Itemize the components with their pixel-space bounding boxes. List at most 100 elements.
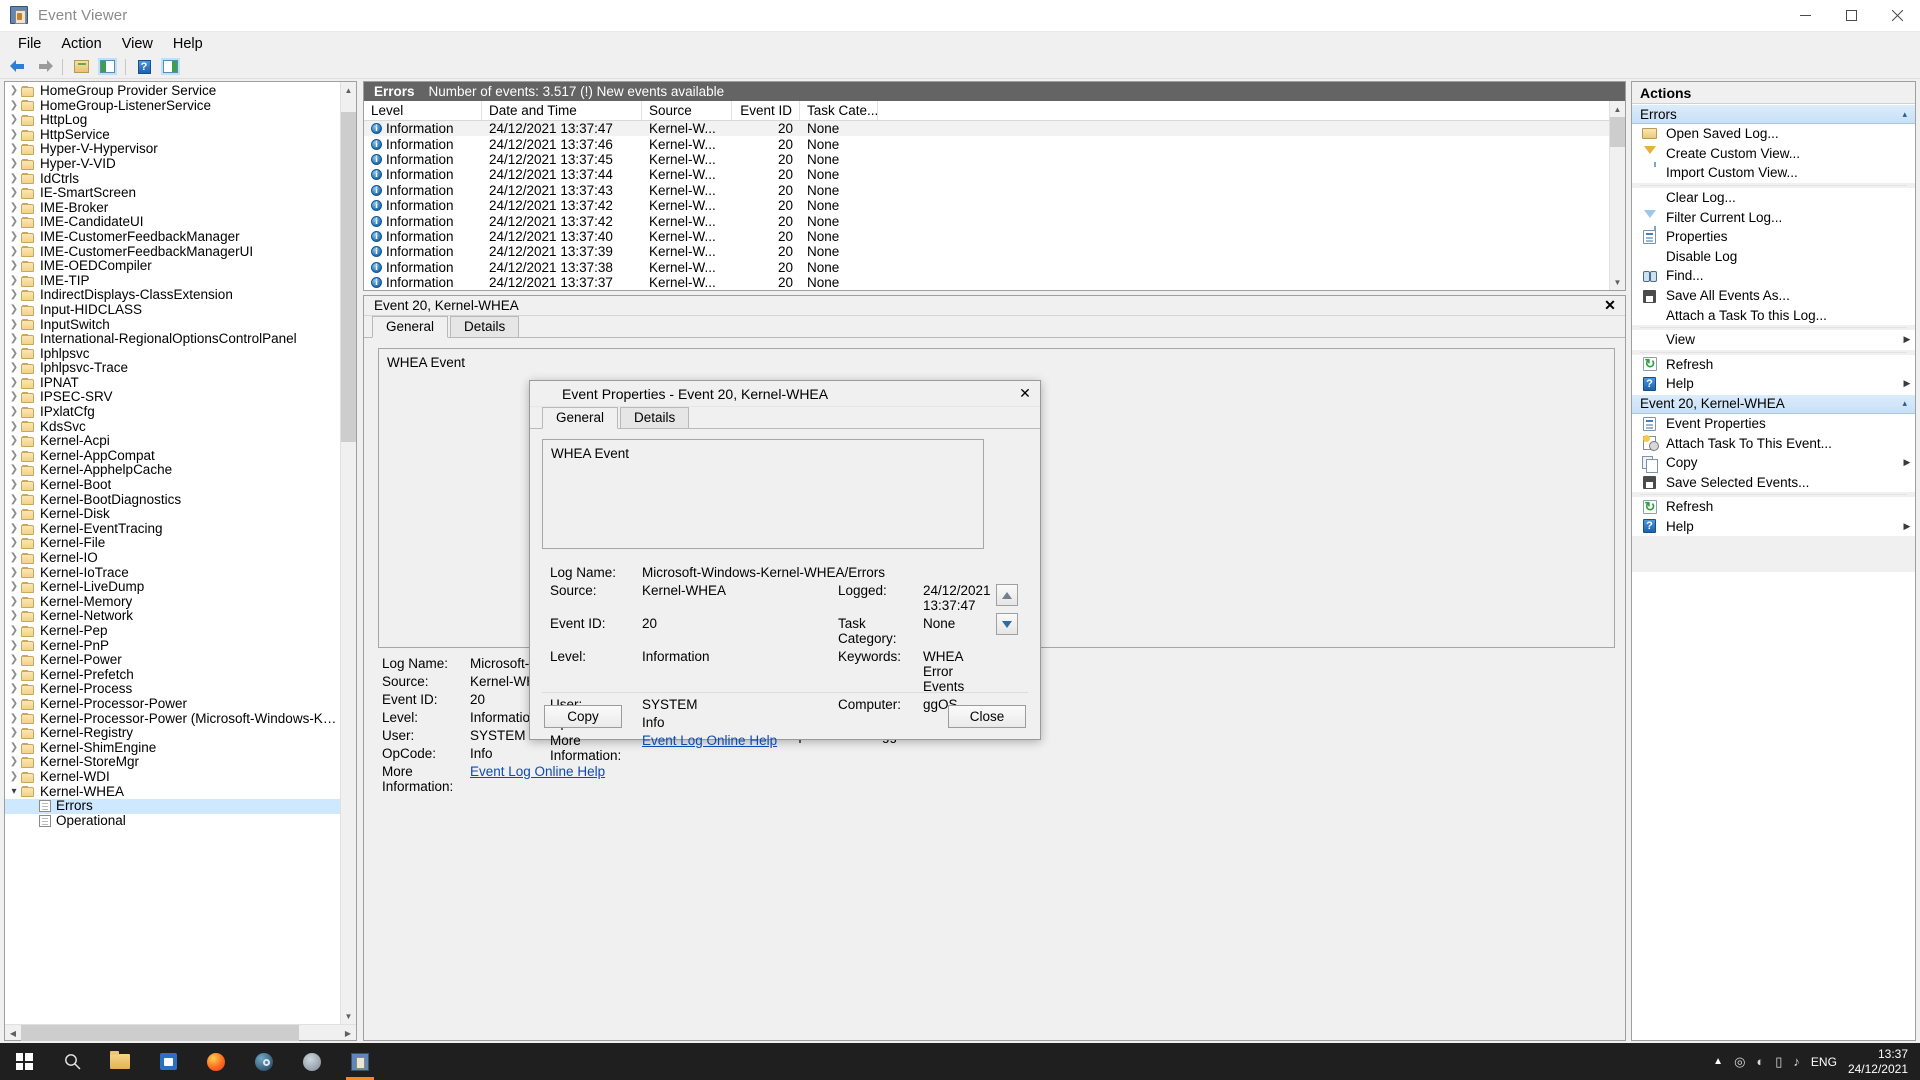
tree-item[interactable]: ❯ Kernel-Pep xyxy=(5,624,340,639)
back-button[interactable] xyxy=(5,56,31,78)
chevron-right-icon[interactable]: ❯ xyxy=(7,726,21,741)
tree-item[interactable]: ❯ IndirectDisplays-ClassExtension xyxy=(5,288,340,303)
dialog-close-action-button[interactable]: Close xyxy=(948,704,1026,728)
tree-item[interactable]: ❯ Kernel-Processor-Power (Microsoft-Windo… xyxy=(5,712,340,727)
chevron-right-icon[interactable]: ❯ xyxy=(7,595,21,610)
tree-item[interactable]: ❯ IME-OEDCompiler xyxy=(5,259,340,274)
menu-file[interactable]: File xyxy=(8,34,51,54)
event-detail-close-button[interactable]: ✕ xyxy=(1601,297,1619,315)
chevron-right-icon[interactable]: ❯ xyxy=(7,741,21,756)
chevron-right-icon[interactable]: ❯ xyxy=(7,712,21,727)
chevron-right-icon[interactable]: ❯ xyxy=(7,551,21,566)
actions-menu-item[interactable]: Clear Log... xyxy=(1632,187,1915,208)
tree-item[interactable]: ❯ Kernel-IoTrace xyxy=(5,566,340,581)
chevron-right-icon[interactable]: ❯ xyxy=(7,245,21,260)
controller-icon[interactable]: ◎ xyxy=(1734,1054,1745,1070)
taskbar-search-button[interactable] xyxy=(48,1043,96,1080)
chevron-right-icon[interactable]: ❯ xyxy=(7,639,21,654)
tree-item[interactable]: ❯ Kernel-LiveDump xyxy=(5,580,340,595)
tree-item[interactable]: ❯ IdCtrls xyxy=(5,172,340,187)
actions-menu-item[interactable]: Attach Task To This Event... xyxy=(1632,433,1915,453)
next-event-button[interactable] xyxy=(996,613,1018,635)
actions-menu-item[interactable]: Save Selected Events... xyxy=(1632,472,1915,493)
chevron-right-icon[interactable]: ❯ xyxy=(7,347,21,362)
tree-scroll-thumb[interactable] xyxy=(341,112,356,442)
tree-item[interactable]: Errors xyxy=(5,799,340,814)
volume-icon[interactable]: ♪ xyxy=(1793,1054,1800,1069)
actions-group-header[interactable]: Event 20, Kernel-WHEA ▴ xyxy=(1632,393,1915,414)
tree-vertical-scrollbar[interactable]: ▲ ▼ xyxy=(340,82,356,1024)
tree-item[interactable]: ❯ Kernel-PnP xyxy=(5,639,340,654)
chevron-right-icon[interactable]: ❯ xyxy=(7,361,21,376)
actions-menu-item[interactable]: Create Custom View... xyxy=(1632,143,1915,168)
chevron-right-icon[interactable]: ❯ xyxy=(7,434,21,449)
chevron-right-icon[interactable]: ❯ xyxy=(7,215,21,230)
chevron-down-icon[interactable]: ▾ xyxy=(7,785,21,800)
tab-general[interactable]: General xyxy=(372,316,449,338)
chevron-right-icon[interactable]: ❯ xyxy=(7,668,21,683)
chevron-right-icon[interactable]: ❯ xyxy=(7,230,21,245)
event-list-vertical-scrollbar[interactable]: ▲ ▼ xyxy=(1609,101,1625,290)
table-row[interactable]: Information 24/12/2021 13:37:47 Kernel-W..… xyxy=(364,121,1609,137)
event-list-scroll-up-button[interactable]: ▲ xyxy=(1610,101,1625,117)
chevron-right-icon[interactable]: ❯ xyxy=(7,303,21,318)
chevron-right-icon[interactable]: ❯ xyxy=(7,624,21,639)
chevron-right-icon[interactable]: ❯ xyxy=(7,113,21,128)
menu-help[interactable]: Help xyxy=(163,34,213,54)
chevron-right-icon[interactable]: ❯ xyxy=(7,420,21,435)
forward-button[interactable] xyxy=(31,56,57,78)
actions-menu-item[interactable]: Properties xyxy=(1632,226,1915,247)
tree-item[interactable]: ❯ Iphlpsvc-Trace xyxy=(5,361,340,376)
tree-item[interactable]: ❯ Kernel-IO xyxy=(5,551,340,566)
chevron-right-icon[interactable]: ❯ xyxy=(7,463,21,478)
chevron-right-icon[interactable]: ❯ xyxy=(7,609,21,624)
dialog-tab-general[interactable]: General xyxy=(542,407,619,429)
chevron-right-icon[interactable]: ❯ xyxy=(7,566,21,581)
chevron-right-icon[interactable]: ❯ xyxy=(7,84,21,99)
language-indicator[interactable]: ENG xyxy=(1811,1055,1837,1069)
tree-item[interactable]: ❯ HomeGroup Provider Service xyxy=(5,84,340,99)
tab-details[interactable]: Details xyxy=(450,316,520,337)
tree-scroll-down-button[interactable]: ▼ xyxy=(341,1008,356,1024)
table-row[interactable]: Information 24/12/2021 13:37:44 Kernel-W..… xyxy=(364,167,1609,182)
chevron-right-icon[interactable]: ❯ xyxy=(7,99,21,114)
tree-item[interactable]: ❯ HttpLog xyxy=(5,113,340,128)
chevron-right-icon[interactable]: ❯ xyxy=(7,274,21,289)
tree-item[interactable]: ❯ KdsSvc xyxy=(5,420,340,435)
chevron-right-icon[interactable]: ❯ xyxy=(7,449,21,464)
show-hide-action-pane-button[interactable] xyxy=(157,56,183,78)
taskbar-opera-button[interactable] xyxy=(288,1043,336,1080)
start-button[interactable] xyxy=(0,1043,48,1080)
tree-item[interactable]: ❯ Kernel-Memory xyxy=(5,595,340,610)
show-hide-console-tree-button[interactable] xyxy=(94,56,120,78)
tree-scroll-left-button[interactable]: ◀ xyxy=(5,1025,21,1041)
chevron-right-icon[interactable]: ❯ xyxy=(7,507,21,522)
tree-item[interactable]: ❯ IME-CandidateUI xyxy=(5,215,340,230)
tree-item[interactable]: ❯ Kernel-Boot xyxy=(5,478,340,493)
tree-item[interactable]: ❯ IME-CustomerFeedbackManagerUI xyxy=(5,245,340,260)
tree-item[interactable]: ❯ Kernel-Network xyxy=(5,609,340,624)
tree-item[interactable]: ❯ Kernel-Acpi xyxy=(5,434,340,449)
actions-menu-item[interactable]: Copy ▶ xyxy=(1632,452,1915,473)
actions-menu-item[interactable]: Refresh xyxy=(1632,354,1915,375)
chevron-right-icon[interactable]: ❯ xyxy=(7,478,21,493)
tree-item[interactable]: ❯ Kernel-Prefetch xyxy=(5,668,340,683)
chevron-right-icon[interactable]: ❯ xyxy=(7,697,21,712)
actions-menu-item[interactable]: Refresh xyxy=(1632,497,1915,517)
tree-item[interactable]: ❯ Kernel-File xyxy=(5,536,340,551)
actions-menu-item[interactable]: Attach a Task To this Log... xyxy=(1632,305,1915,325)
tree-item[interactable]: ❯ Kernel-ShimEngine xyxy=(5,741,340,756)
chevron-up-icon[interactable]: ▴ xyxy=(1902,398,1907,409)
tree-item[interactable]: ❯ Kernel-Process xyxy=(5,682,340,697)
table-row[interactable]: Information 24/12/2021 13:37:39 Kernel-W..… xyxy=(364,244,1609,259)
taskbar-firefox-button[interactable] xyxy=(192,1043,240,1080)
actions-menu-item[interactable]: Save All Events As... xyxy=(1632,285,1915,306)
actions-menu-item[interactable]: Disable Log xyxy=(1632,246,1915,267)
table-row[interactable]: Information 24/12/2021 13:37:43 Kernel-W..… xyxy=(364,183,1609,198)
tree-item[interactable]: Operational xyxy=(5,814,340,829)
dialog-close-button[interactable]: ✕ xyxy=(1010,381,1040,407)
console-tree[interactable]: ❯ HomeGroup Provider Service ❯ HomeGroup-Li… xyxy=(5,82,340,1024)
chevron-right-icon[interactable]: ▶ xyxy=(1899,378,1915,389)
chevron-right-icon[interactable]: ❯ xyxy=(7,172,21,187)
chevron-right-icon[interactable]: ❯ xyxy=(7,376,21,391)
